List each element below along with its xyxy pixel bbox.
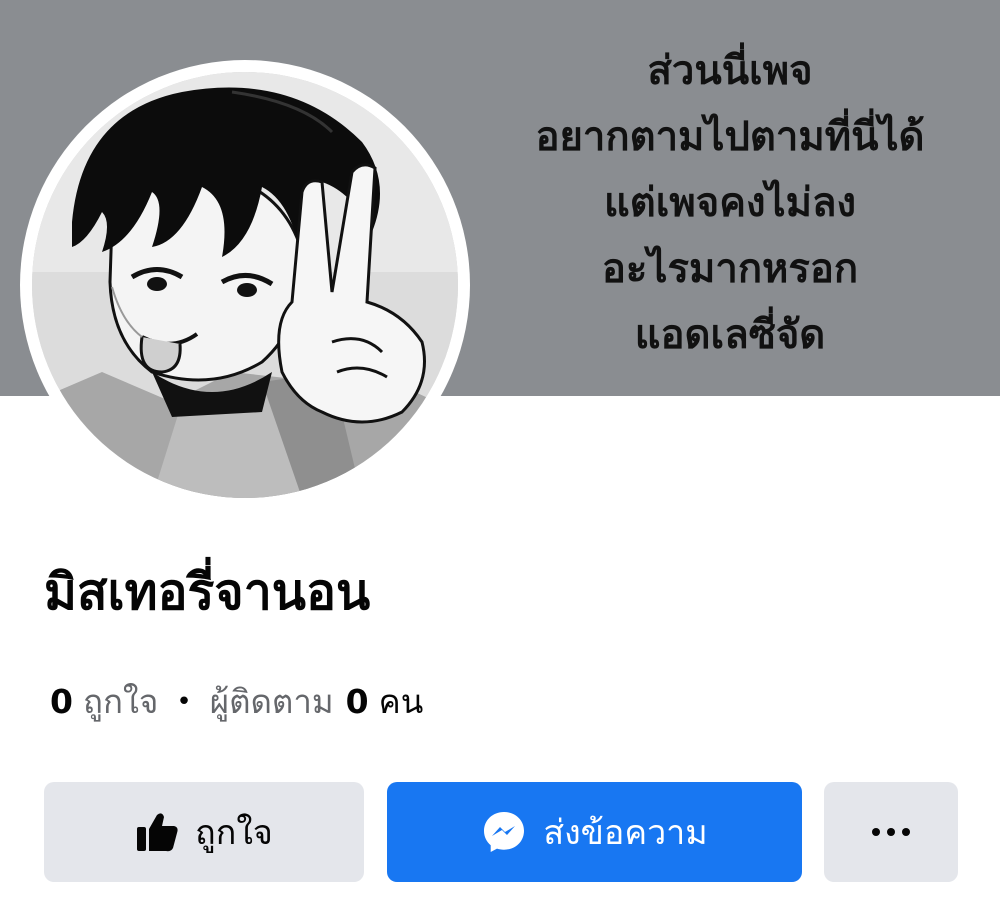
like-button[interactable]: ถูกใจ [44,782,364,882]
cover-line: แต่เพจคงไม่ลง [603,180,857,226]
thumbs-up-icon [135,811,179,853]
cover-line: อยากตามไปตามที่นี่ได้ [535,114,925,160]
send-message-button[interactable]: ส่งข้อความ [387,782,802,882]
stats-separator: • [176,687,192,717]
page-stats: 0 ถูกใจ • ผู้ติดตาม 0 คน [50,678,423,726]
cover-line: ส่วนนี่เพจ [647,48,813,94]
cover-line: อะไรมากหรอก [601,246,859,292]
like-button-label: ถูกใจ [195,813,273,853]
profile-avatar[interactable] [32,72,458,498]
cover-text: ส่วนนี่เพจ อยากตามไปตามที่นี่ได้ แต่เพจค… [470,38,990,368]
more-options-button[interactable] [824,782,958,882]
send-message-label: ส่งข้อความ [543,813,708,853]
likes-count: 0 [50,682,73,721]
messenger-icon [481,809,527,855]
followers-count: 0 [345,682,369,721]
likes-label[interactable]: ถูกใจ [83,678,158,726]
cover-line: แอดเลซี่จัด [634,312,826,358]
page-title: มิสเทอรี่จานอน [44,563,371,621]
followers-label[interactable]: ผู้ติดตาม [210,678,334,726]
followers-unit: คน [378,682,424,721]
avatar-illustration [32,72,458,498]
more-horizontal-icon [872,828,910,836]
